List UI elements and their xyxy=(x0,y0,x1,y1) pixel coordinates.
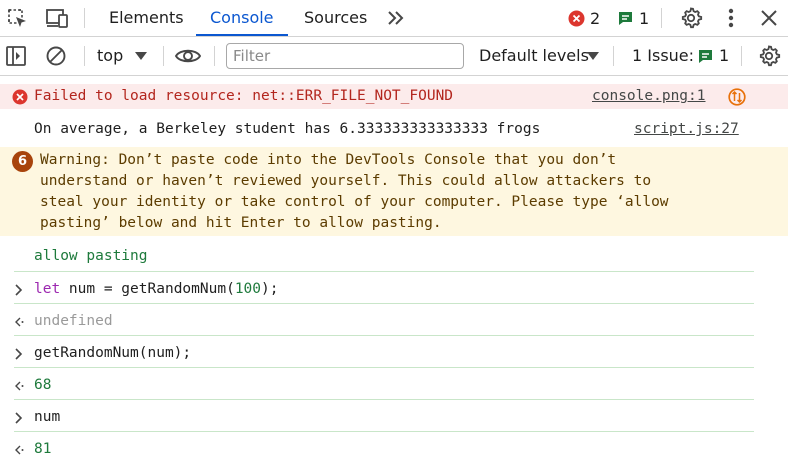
message-count: 1 xyxy=(639,9,650,28)
double-chevron-right-icon[interactable] xyxy=(383,7,409,29)
warning-count-badge: 6 xyxy=(12,151,33,172)
console-entry-input-3: num xyxy=(0,406,788,431)
output-return-icon xyxy=(11,378,27,394)
code-text: num = getRandomNum( xyxy=(60,281,235,297)
console-settings-gear-icon[interactable] xyxy=(756,43,782,69)
context-selector[interactable]: top xyxy=(97,46,123,66)
input-code: num xyxy=(34,409,61,425)
console-entry-output-2: 68 xyxy=(0,374,788,399)
error-source-link[interactable]: console.png:1 xyxy=(592,86,706,107)
device-toolbar-icon[interactable] xyxy=(44,7,70,29)
error-count-icon[interactable] xyxy=(568,10,585,27)
console-entry-input-2: getRandomNum(num); xyxy=(0,342,788,367)
message-count-icon[interactable] xyxy=(617,10,634,27)
output-value: undefined xyxy=(34,313,113,329)
log-source-link[interactable]: script.js:27 xyxy=(634,119,739,140)
warning-count: 6 xyxy=(17,154,28,169)
output-return-icon xyxy=(11,314,27,330)
tab-elements[interactable]: Elements xyxy=(95,0,198,36)
allow-pasting-row: allow pasting xyxy=(0,245,788,270)
error-count: 2 xyxy=(590,9,601,28)
levels-dropdown-icon[interactable] xyxy=(585,49,601,63)
input-prompt-icon xyxy=(12,410,26,426)
context-dropdown-icon[interactable] xyxy=(133,49,149,63)
code-number: 100 xyxy=(234,281,262,297)
console-entry-output-3: 81 xyxy=(0,438,788,463)
log-message-text: On average, a Berkeley student has 6.333… xyxy=(34,121,541,137)
console-entry-input-1: let num = getRandomNum(100); xyxy=(0,278,788,303)
input-code: getRandomNum(num); xyxy=(34,345,192,361)
devtools-tab-bar: Elements Console Sources 2 1 xyxy=(0,0,788,37)
filter-input[interactable] xyxy=(226,43,464,69)
output-return-icon xyxy=(11,442,27,458)
input-code: let num = getRandomNum(100); xyxy=(34,279,278,300)
tab-sources[interactable]: Sources xyxy=(290,0,381,36)
error-icon xyxy=(11,88,28,105)
warning-line-2: understand or haven’t reviewed yourself.… xyxy=(40,173,652,189)
close-icon[interactable] xyxy=(757,6,781,30)
sidebar-toggle-icon[interactable] xyxy=(4,44,28,68)
network-request-icon[interactable] xyxy=(727,87,746,106)
code-text: ); xyxy=(261,281,279,297)
allow-pasting-text: allow pasting xyxy=(34,248,148,264)
warning-line-4: pasting’ below and hit Enter to allow pa… xyxy=(40,215,442,231)
kebab-menu-icon[interactable] xyxy=(720,6,742,30)
log-levels-dropdown[interactable]: Default levels xyxy=(479,46,589,66)
issues-message-icon[interactable] xyxy=(697,48,714,65)
clear-console-icon[interactable] xyxy=(44,44,68,68)
gear-icon[interactable] xyxy=(678,5,704,31)
issues-label[interactable]: 1 Issue: xyxy=(632,46,694,66)
input-prompt-icon xyxy=(12,346,26,362)
issues-count: 1 xyxy=(719,46,730,65)
output-value: 81 xyxy=(34,441,52,457)
error-message-text: Failed to load resource: net::ERR_FILE_N… xyxy=(34,88,454,104)
code-keyword: let xyxy=(34,281,61,297)
warning-message-row: 6 Warning: Don’t paste code into the Dev… xyxy=(0,147,788,236)
console-entry-output-1: undefined xyxy=(0,310,788,335)
tab-console[interactable]: Console xyxy=(196,0,288,36)
output-value: 68 xyxy=(34,377,52,393)
inspect-element-icon[interactable] xyxy=(5,7,29,29)
eye-icon[interactable] xyxy=(173,45,203,67)
warning-line-1: Warning: Don’t paste code into the DevTo… xyxy=(40,152,617,168)
warning-line-3: steal your identity or take control of y… xyxy=(40,194,669,210)
input-prompt-icon xyxy=(12,282,26,298)
log-message-row: On average, a Berkeley student has 6.333… xyxy=(0,117,788,142)
error-message-row: Failed to load resource: net::ERR_FILE_N… xyxy=(0,84,788,109)
